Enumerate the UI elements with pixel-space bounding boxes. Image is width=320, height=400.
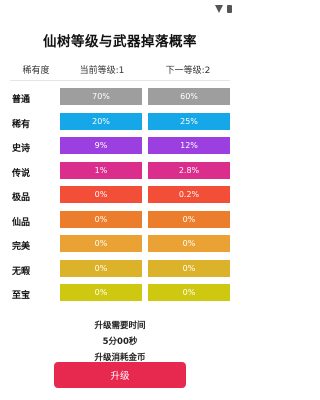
rarity-name: 无暇 [12,266,31,277]
upgrade-button[interactable]: 升级 [54,362,186,388]
current-prob-cell: 0% [60,259,142,277]
rarity-name: 普通 [12,95,31,105]
upgrade-info: 升级需要时间 5分00秒 升级消耗金币 [0,318,240,366]
upgrade-time-label: 升级需要时间 [94,321,146,331]
next-prob-cell: 25% [148,112,230,130]
status-bar [0,0,240,18]
rarity-name: 仙品 [12,217,31,228]
wifi-icon [215,5,223,13]
current-prob-cell: 9% [60,137,142,154]
next-prob-cell: 0% [148,259,230,277]
next-prob-cell: 12% [148,137,230,154]
rarity-name: 史诗 [12,144,31,154]
current-prob-cell: 0% [60,186,142,203]
current-prob-cell: 0% [60,210,142,228]
next-prob-cell: 0% [148,210,230,228]
battery-icon [227,5,232,13]
next-prob-cell: 0.2% [148,186,230,203]
rarity-name: 完美 [12,242,31,252]
header-rarity: 稀有度 [22,66,50,76]
page-title: 仙树等级与武器掉落概率 [43,34,197,50]
table-row: 传说 1% 2.8% [0,160,240,185]
table-row: 无暇 0% 0% [0,258,240,283]
table-row: 至宝 0% 0% [0,282,240,307]
table-row: 史诗 9% 12% [0,135,240,160]
upgrade-time-value: 5分00秒 [102,337,138,347]
rarity-name: 稀有 [12,119,31,130]
probability-table: 普通 70% 60% 稀有 20% 25% 史诗 9% 12% 传说 1% 2.… [0,86,240,307]
header-divider [10,80,230,81]
current-prob-cell: 1% [60,161,142,179]
current-prob-cell: 0% [60,235,142,252]
next-prob-cell: 2.8% [148,161,230,179]
header-next-level: 下一等级:2 [165,66,211,76]
rarity-name: 传说 [12,168,31,179]
table-row: 完美 0% 0% [0,233,240,258]
table-row: 极品 0% 0.2% [0,184,240,209]
table-row: 稀有 20% 25% [0,111,240,136]
header-current-level: 当前等级:1 [79,66,125,76]
current-prob-cell: 70% [60,88,142,105]
table-row: 仙品 0% 0% [0,209,240,234]
current-prob-cell: 0% [60,284,142,301]
next-prob-cell: 0% [148,235,230,252]
table-header: 稀有度 当前等级:1 下一等级:2 [0,63,240,77]
table-row: 普通 70% 60% [0,86,240,111]
rarity-name: 至宝 [12,291,31,301]
next-prob-cell: 0% [148,284,230,301]
rarity-name: 极品 [12,193,31,203]
current-prob-cell: 20% [60,112,142,130]
next-prob-cell: 60% [148,88,230,105]
